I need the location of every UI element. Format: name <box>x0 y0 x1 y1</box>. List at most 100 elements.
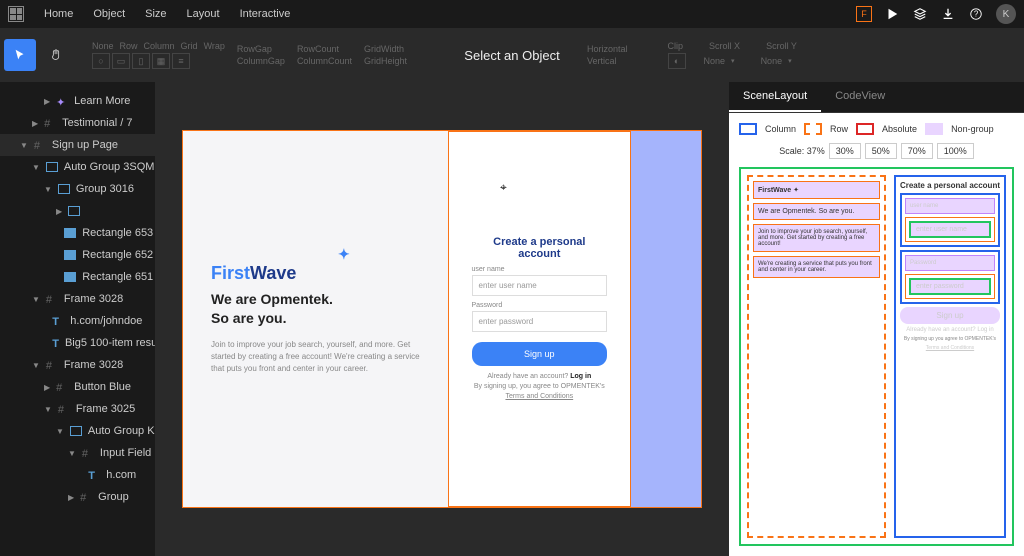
user-avatar[interactable]: K <box>996 4 1016 24</box>
layout-none-icon[interactable]: ○ <box>92 53 110 69</box>
tree-item[interactable]: ▼#Input Field <box>0 442 155 464</box>
clip-toggle[interactable]: ◐ <box>668 53 686 69</box>
layout-col-icon[interactable]: ▯ <box>132 53 150 69</box>
tab-codeview[interactable]: CodeView <box>821 82 899 112</box>
menu-home[interactable]: Home <box>44 8 73 20</box>
scrollx-label: Scroll X <box>709 41 740 51</box>
download-icon[interactable] <box>940 6 956 22</box>
layers-icon[interactable] <box>912 6 928 22</box>
svg-text:?: ? <box>974 10 979 19</box>
rowgap-label: RowGap <box>237 44 285 54</box>
tagline: We are Opmentek.✦ So are you. <box>211 290 420 326</box>
legend-row-swatch <box>804 123 822 135</box>
legend-absolute: Absolute <box>882 124 917 134</box>
pv-pass-input: enter password <box>909 278 991 295</box>
tree-item[interactable]: ▼Auto Group K <box>0 420 155 442</box>
clip-label: Clip <box>668 41 684 51</box>
tab-scenelayout[interactable]: SceneLayout <box>729 82 821 112</box>
rowcount-label: RowCount <box>297 44 352 54</box>
layout-wrap-icon[interactable]: ≡ <box>172 53 190 69</box>
app-menu-icon[interactable] <box>8 6 24 22</box>
tree-item[interactable]: ▶#Group <box>0 486 155 508</box>
horiz-label: Horizontal <box>587 44 628 54</box>
pv-user-label: user name <box>905 198 995 214</box>
tree-item[interactable]: ▶#Button Blue <box>0 376 155 398</box>
layers-panel: ▶✦Learn More▶#Testimonial / 7▼#Sign up P… <box>0 82 155 556</box>
colgap-label: ColumnGap <box>237 56 285 66</box>
tree-item[interactable]: ▶ <box>0 200 155 222</box>
scale-label: Scale: 37% <box>779 146 825 156</box>
legend-nongroup-swatch <box>925 123 943 135</box>
legend-absolute-swatch <box>856 123 874 135</box>
play-icon[interactable] <box>884 6 900 22</box>
gridw-label: GridWidth <box>364 44 407 54</box>
pv-user-input: enter user name <box>909 221 991 238</box>
pv-foot2: By signing up you agree to OPMENTEK's <box>900 336 1000 342</box>
canvas[interactable]: FirstWave We are Opmentek.✦ So are you. … <box>155 82 729 556</box>
hero-description: Join to improve your job search, yoursel… <box>211 339 420 375</box>
menu-layout[interactable]: Layout <box>187 8 220 20</box>
legend-column-swatch <box>739 123 757 135</box>
prop-column: Column <box>144 41 175 51</box>
tree-item[interactable]: Rectangle 653 <box>0 222 155 244</box>
tree-item[interactable]: ▼#Frame 3025 <box>0 398 155 420</box>
sparkle-icon: ✦ <box>338 245 350 263</box>
scrollx-val[interactable]: None <box>704 56 726 66</box>
pv-desc: Join to improve your job search, yoursel… <box>753 224 880 252</box>
form-title: Create a personal account <box>472 236 608 260</box>
password-label: Password <box>472 302 608 309</box>
tree-item[interactable]: ▼Group 3016 <box>0 178 155 200</box>
scale-100[interactable]: 100% <box>937 143 974 159</box>
menu-size[interactable]: Size <box>145 8 166 20</box>
scale-70[interactable]: 70% <box>901 143 933 159</box>
prop-row: Row <box>120 41 138 51</box>
menu-object[interactable]: Object <box>93 8 125 20</box>
username-label: user name <box>472 266 608 273</box>
badge-icon[interactable]: F <box>856 6 872 22</box>
password-input[interactable]: enter password <box>472 311 608 332</box>
select-tool[interactable] <box>4 39 36 71</box>
tree-item[interactable]: Rectangle 652 <box>0 244 155 266</box>
terms-link[interactable]: Terms and Conditions <box>505 393 573 400</box>
pv-foot3: Terms and Conditions <box>900 345 1000 351</box>
gridh-label: GridHeight <box>364 56 407 66</box>
tree-item[interactable]: Th.com <box>0 464 155 486</box>
tree-item[interactable]: ▶#Testimonial / 7 <box>0 112 155 134</box>
prop-wrap: Wrap <box>204 41 225 51</box>
scrolly-val[interactable]: None <box>761 56 783 66</box>
tree-item[interactable]: ▼#Frame 3028 <box>0 354 155 376</box>
form-footer: Already have an account? Log in By signi… <box>472 372 608 401</box>
layout-grid-icon[interactable]: ▦ <box>152 53 170 69</box>
scrolly-label: Scroll Y <box>766 41 797 51</box>
tree-item[interactable]: ▼#Frame 3028 <box>0 288 155 310</box>
scale-50[interactable]: 50% <box>865 143 897 159</box>
prop-none: None <box>92 41 114 51</box>
legend-column: Column <box>765 124 796 134</box>
help-icon[interactable]: ? <box>968 6 984 22</box>
colcount-label: ColumnCount <box>297 56 352 66</box>
hero-section: FirstWave We are Opmentek.✦ So are you. … <box>183 131 448 507</box>
logo: FirstWave <box>211 263 420 284</box>
artboard[interactable]: FirstWave We are Opmentek.✦ So are you. … <box>182 130 702 508</box>
prop-grid: Grid <box>181 41 198 51</box>
hand-tool[interactable] <box>40 39 72 71</box>
tree-item[interactable]: Rectangle 651 <box>0 266 155 288</box>
signup-button[interactable]: Sign up <box>472 342 608 366</box>
legend-row: Row <box>830 124 848 134</box>
pv-pass-label: Password <box>905 255 995 271</box>
tree-item[interactable]: Th.com/johndoe <box>0 310 155 332</box>
username-input[interactable]: enter user name <box>472 275 608 296</box>
scale-30[interactable]: 30% <box>829 143 861 159</box>
login-link[interactable]: Log in <box>570 373 591 380</box>
pv-desc2: We're creating a service that puts you f… <box>753 256 880 278</box>
layout-preview: FirstWave ✦ We are Opmentek. So are you.… <box>739 167 1014 546</box>
tree-item[interactable]: ▼#Sign up Page <box>0 134 155 156</box>
menu-interactive[interactable]: Interactive <box>240 8 291 20</box>
form-section: Create a personal account user name ente… <box>448 131 631 507</box>
pv-title: Create a personal account <box>900 181 1000 190</box>
tree-item[interactable]: ▼Auto Group 3SQM <box>0 156 155 178</box>
layout-row-icon[interactable]: ▭ <box>112 53 130 69</box>
pv-tag: We are Opmentek. So are you. <box>753 203 880 220</box>
tree-item[interactable]: TBig5 100-item resu <box>0 332 155 354</box>
tree-item[interactable]: ▶✦Learn More <box>0 90 155 112</box>
